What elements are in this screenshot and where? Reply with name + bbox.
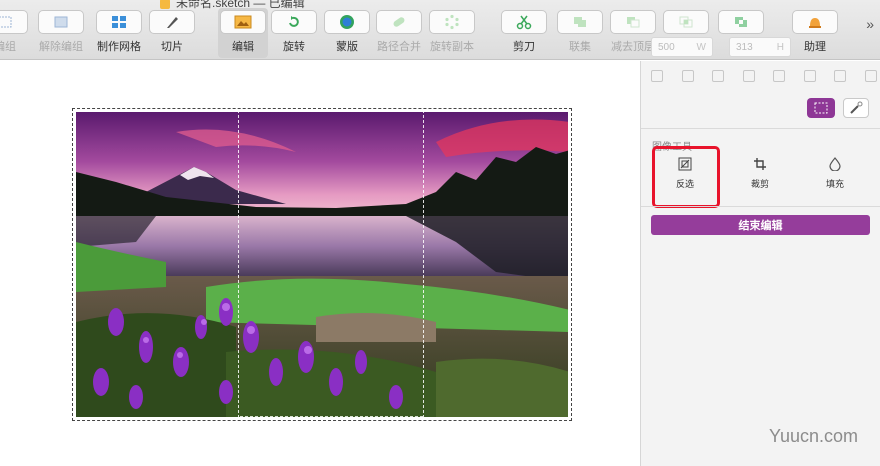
slice-guide-top — [240, 111, 423, 112]
grid-icon — [112, 16, 126, 28]
make-grid-button[interactable]: 制作网格 — [96, 10, 142, 56]
rotate-copies-icon — [445, 14, 459, 30]
group-button[interactable]: 编组 — [0, 10, 28, 56]
align-left-icon[interactable] — [651, 70, 663, 82]
assistant-button[interactable]: 助理 — [792, 10, 838, 56]
slice-button[interactable]: 切片 — [149, 10, 195, 56]
ungroup-button[interactable]: 解除编组 — [38, 10, 84, 56]
document-icon — [160, 0, 170, 9]
image-edit-icon — [234, 15, 252, 29]
magic-wand-icon — [850, 101, 863, 114]
mask-icon — [340, 15, 354, 29]
union-button[interactable]: 联集 — [557, 10, 603, 56]
alignment-toolbar — [651, 67, 877, 85]
flatten-path-button[interactable]: 路径合并 — [376, 10, 422, 56]
landscape-image — [76, 112, 568, 417]
distribute-vertical-icon[interactable] — [864, 70, 877, 82]
knife-icon — [167, 17, 178, 28]
fill-drop-icon — [829, 156, 841, 171]
selection-tool-button[interactable] — [807, 98, 835, 118]
align-middle-icon[interactable] — [803, 70, 816, 82]
inspector-divider — [641, 128, 880, 129]
height-field[interactable]: 313 H — [729, 37, 791, 57]
group-icon — [0, 16, 12, 28]
align-top-icon[interactable] — [773, 70, 786, 82]
union-icon — [574, 17, 586, 27]
mask-button[interactable]: 蒙版 — [324, 10, 370, 56]
edit-button[interactable]: 编辑 — [218, 8, 268, 58]
slice-guide-left — [238, 110, 239, 418]
subtract-icon — [627, 17, 640, 28]
highlight-annotation — [652, 146, 720, 208]
bell-icon — [809, 18, 821, 28]
align-bottom-icon[interactable] — [834, 70, 847, 82]
watermark: Yuucn.com — [769, 426, 859, 446]
inspector-divider-2 — [641, 206, 880, 207]
inspector-panel — [640, 61, 880, 466]
slice-guide-right — [423, 110, 424, 418]
landscape-picture — [76, 112, 568, 417]
bitmap-layer[interactable] — [72, 108, 572, 421]
scissors-button[interactable]: 剪刀 — [501, 10, 547, 56]
scissors-icon — [516, 15, 532, 30]
marquee-selection-icon — [814, 102, 828, 114]
crop-tool[interactable]: 裁剪 — [732, 152, 788, 194]
width-field[interactable]: 500 W — [651, 37, 713, 57]
distribute-horizontal-icon[interactable] — [681, 70, 694, 82]
toolbar-overflow-button[interactable]: » — [866, 16, 874, 32]
end-editing-button[interactable]: 结束编辑 — [651, 215, 870, 235]
subtract-button[interactable]: 减去顶层 — [610, 10, 656, 56]
intersect-icon — [679, 16, 693, 28]
magic-wand-button[interactable] — [843, 98, 869, 118]
align-right-icon[interactable] — [742, 70, 755, 82]
align-center-icon[interactable] — [712, 70, 725, 82]
path-merge-icon — [393, 17, 405, 27]
rotate-button[interactable]: 旋转 — [271, 10, 317, 56]
difference-icon — [735, 17, 747, 27]
ungroup-icon — [54, 16, 68, 28]
slice-guide-bottom — [240, 416, 423, 417]
crop-icon — [754, 157, 766, 170]
rotate-icon — [289, 16, 299, 27]
rotate-copies-button[interactable]: 旋转副本 — [429, 10, 475, 56]
fill-tool[interactable]: 填充 — [807, 152, 863, 194]
